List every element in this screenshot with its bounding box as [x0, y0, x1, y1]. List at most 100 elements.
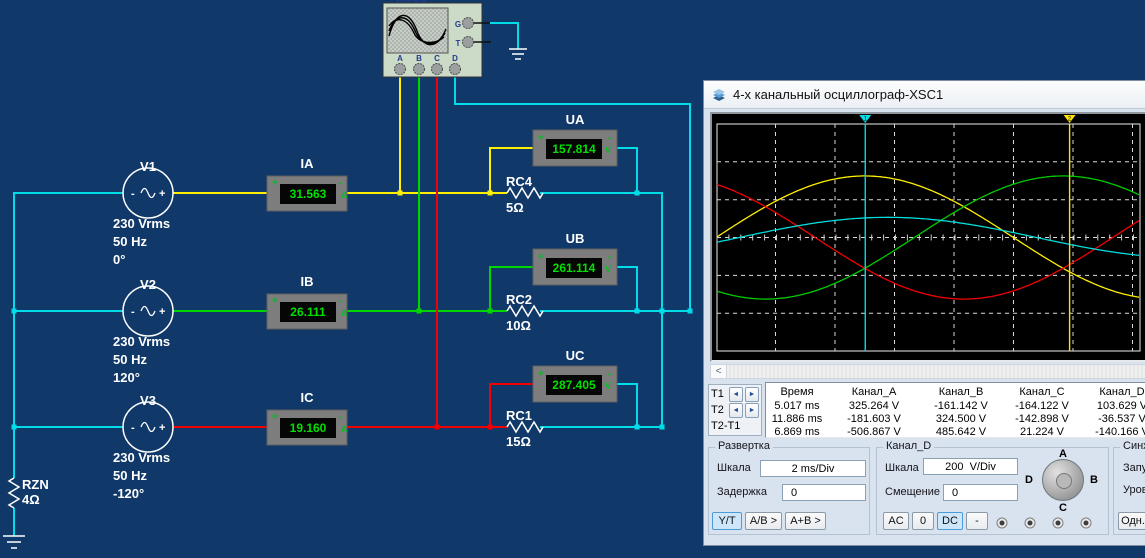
- meter-unit: V: [605, 145, 611, 155]
- source-voltage: 230 Vrms: [113, 334, 170, 349]
- scope-display: 12: [712, 114, 1145, 360]
- channel-b-indicator[interactable]: [1025, 518, 1036, 529]
- timebase-delay-label: Задержка: [717, 486, 767, 498]
- oscilloscope-component[interactable]: XSC1 A B C D G T: [383, 0, 491, 77]
- coupling-ac-button[interactable]: AC: [883, 512, 909, 530]
- channel-select-knob[interactable]: [1042, 459, 1084, 501]
- col-header-channel-b: Канал_B: [920, 386, 1002, 398]
- meter-plus: +: [272, 177, 278, 189]
- voltmeter-ua[interactable]: 157.814 + - V UA: [533, 112, 617, 166]
- timebase-delay-input[interactable]: 0: [782, 484, 866, 501]
- resistor-rc1[interactable]: RC1 15Ω: [506, 408, 543, 449]
- scrollbar-left-button[interactable]: <: [711, 365, 727, 378]
- t1-channel-b: -161.142 V: [920, 400, 1002, 412]
- meter-ref: IC: [301, 390, 315, 405]
- multisim-workspace: - + V1 230 Vrms 50 Hz 0° - + V2 230 Vrms…: [0, 0, 1145, 558]
- channel-c-indicator[interactable]: [1053, 518, 1064, 529]
- coupling-dc-button[interactable]: DC: [937, 512, 963, 530]
- source-v3[interactable]: - + V3 230 Vrms 50 Hz -120°: [113, 393, 173, 501]
- terminal-label-g: G: [455, 20, 461, 29]
- coupling-zero-button[interactable]: 0: [912, 512, 934, 530]
- channel-a-indicator[interactable]: [997, 518, 1008, 529]
- measurement-readout: Время Канал_A Канал_B Канал_C Канал_D 5.…: [765, 382, 1145, 438]
- meter-unit: A: [341, 308, 348, 318]
- ammeter-ia[interactable]: 31.563 + - A IA: [267, 156, 348, 211]
- resistor-value: 4Ω: [22, 492, 40, 507]
- source-frequency: 50 Hz: [113, 352, 147, 367]
- channel-d-indicator[interactable]: [1081, 518, 1092, 529]
- ab-mode-button[interactable]: A/B >: [745, 512, 782, 530]
- wire-ub-minus: [617, 267, 637, 310]
- channel-d-offset-label: Смещение: [885, 486, 940, 498]
- source-plus: +: [159, 188, 165, 200]
- t1-channel-d: 103.629 V: [1082, 400, 1145, 412]
- terminal-d[interactable]: [450, 64, 461, 75]
- a-plus-b-mode-button[interactable]: A+B >: [785, 512, 826, 530]
- scope-hscrollbar[interactable]: <: [710, 364, 1145, 379]
- ammeter-ib[interactable]: 26.111 + - A IB: [267, 274, 348, 329]
- diff-time: 6.869 ms: [766, 426, 828, 438]
- terminal-a[interactable]: [395, 64, 406, 75]
- meter-minus: -: [339, 295, 343, 307]
- meter-value: 31.563: [290, 187, 327, 201]
- meter-minus: -: [608, 251, 612, 263]
- ground-symbol-rzn[interactable]: [3, 536, 25, 548]
- ground-symbol-scope[interactable]: [509, 49, 527, 59]
- source-voltage: 230 Vrms: [113, 216, 170, 231]
- oscilloscope-window: 4-х канальный осциллограф-XSC1 12 <: [703, 80, 1145, 546]
- yt-mode-button[interactable]: Y/T: [712, 512, 742, 530]
- channel-d-title: Канал_D: [883, 440, 934, 452]
- resistor-rc4[interactable]: RC4 5Ω: [506, 174, 543, 215]
- ammeter-ic[interactable]: 19.160 + - A IC: [267, 390, 348, 445]
- source-v1[interactable]: - + V1 230 Vrms 50 Hz 0°: [113, 159, 173, 267]
- window-titlebar[interactable]: 4-х канальный осциллограф-XSC1: [704, 81, 1145, 109]
- coupling-minus-button[interactable]: -: [966, 512, 988, 530]
- voltmeter-ub[interactable]: 261.114 + - V UB: [533, 231, 617, 285]
- meter-plus: +: [538, 251, 544, 263]
- terminal-b[interactable]: [414, 64, 425, 75]
- channel-d-scale-input[interactable]: 200 V/Div: [923, 458, 1018, 475]
- voltmeter-uc[interactable]: 287.405 + - V UC: [533, 348, 617, 402]
- t1-right-button[interactable]: ►: [745, 387, 759, 402]
- trigger-launch-label: Запус: [1123, 462, 1145, 474]
- meter-value: 287.405: [552, 378, 596, 392]
- terminal-label-c: C: [434, 54, 440, 63]
- window-title: 4-х канальный осциллограф-XSC1: [733, 87, 943, 102]
- terminal-label-a: A: [397, 54, 403, 63]
- instrument-icon: [711, 87, 727, 103]
- wire-uc-minus: [617, 384, 637, 426]
- diff-channel-c: 21.224 V: [1002, 426, 1082, 438]
- resistor-ref: RZN: [22, 477, 49, 492]
- trigger-single-button[interactable]: Одн.: [1118, 512, 1145, 530]
- cursor-diff-label: T2-T1: [711, 420, 740, 432]
- knob-label-d: D: [1025, 474, 1033, 486]
- knob-label-a: A: [1059, 448, 1067, 460]
- timebase-scale-label: Шкала: [717, 462, 751, 474]
- t1-channel-a: 325.264 V: [828, 400, 920, 412]
- t2-channel-c: -142.898 V: [1002, 413, 1082, 425]
- cursor-control-panel: T1 ◄ ► T2 ◄ ► T2-T1: [708, 384, 762, 436]
- timebase-scale-input[interactable]: 2 ms/Div: [760, 460, 866, 477]
- source-minus: -: [131, 422, 135, 434]
- t1-left-button[interactable]: ◄: [729, 387, 743, 402]
- meter-plus: +: [272, 411, 278, 423]
- meter-unit: V: [605, 264, 611, 274]
- meter-ref: IA: [301, 156, 315, 171]
- channel-d-offset-input[interactable]: 0: [943, 484, 1018, 501]
- terminal-c[interactable]: [432, 64, 443, 75]
- terminal-g[interactable]: [463, 18, 474, 29]
- source-frequency: 50 Hz: [113, 468, 147, 483]
- meter-value: 26.111: [290, 305, 326, 319]
- wires-phase-c: [173, 75, 533, 427]
- diff-channel-d: -140.166 V: [1082, 426, 1145, 438]
- resistor-rc2[interactable]: RC2 10Ω: [506, 292, 543, 333]
- source-v2[interactable]: - + V2 230 Vrms 50 Hz 120°: [113, 277, 173, 385]
- readout-row-t2t1: 6.869 ms -506.867 V 485.642 V 21.224 V -…: [766, 425, 1145, 438]
- readout-row-t2: 11.886 ms -181.603 V 324.500 V -142.898 …: [766, 412, 1145, 425]
- resistor-rzn[interactable]: RZN 4Ω: [9, 477, 49, 508]
- terminal-t[interactable]: [463, 37, 474, 48]
- scrollbar-track[interactable]: [727, 365, 1145, 378]
- t2-right-button[interactable]: ►: [745, 403, 759, 418]
- meter-ref: UB: [566, 231, 585, 246]
- t2-left-button[interactable]: ◄: [729, 403, 743, 418]
